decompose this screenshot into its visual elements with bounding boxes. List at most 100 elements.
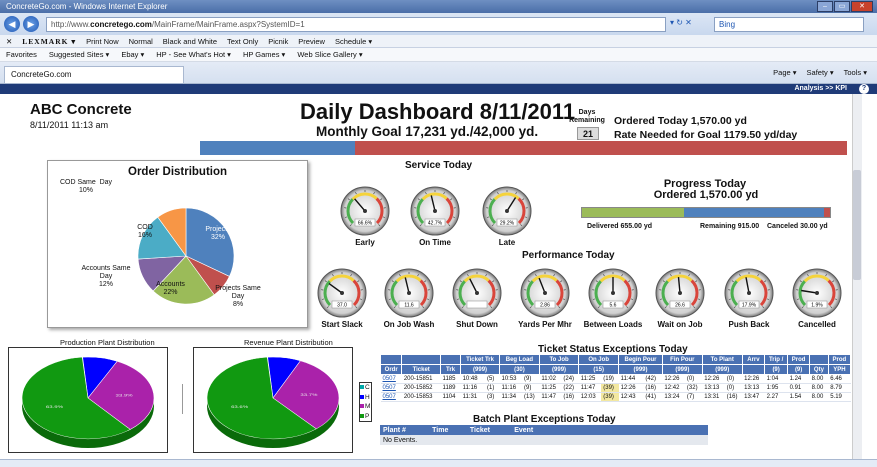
col-header: Prod [827,354,852,365]
gauge-dial: 2.86 [520,268,570,318]
legend-item-c: C [360,383,371,393]
table-cell: 12:43 [618,392,644,402]
help-icon[interactable]: ? [859,84,869,94]
service-gauge-1: 42.7% [410,186,460,238]
plant-legend: C H M P [359,382,372,422]
table-cell: 13:31 [702,392,725,402]
goal-progress-bar [200,141,847,155]
table-cell: (0) [684,374,703,384]
toolbar-text-only[interactable]: Text Only [227,37,258,46]
table-cell: 12:42 [662,383,685,393]
refresh-stop-icons[interactable]: ▾ ↻ ✕ [670,18,692,27]
order-link[interactable]: 0507 [380,392,402,402]
table-cell: 12:03 [578,392,602,402]
table-cell: (39) [601,392,619,402]
table-cell: 11:47 [578,383,602,393]
legend-item-m: M [360,402,371,412]
fav-ebay[interactable]: Ebay ▾ [121,50,144,59]
toolbar-preview[interactable]: Preview [298,37,325,46]
revenue-plant-chart: 33.7% 63.6% [193,347,353,453]
production-plant-chart: 33.9% 63.9% [8,347,168,453]
table-cell: 11:34 [499,392,523,402]
table-cell: 6.46 [828,374,851,384]
back-button[interactable]: ◀ [4,16,20,32]
toolbar-black-white[interactable]: Black and White [163,37,217,46]
col-header: On Job [578,354,620,365]
table-cell: (0) [724,374,743,384]
table-cell: 11:16 [499,383,523,393]
table-cell: 200-15853 [401,392,441,402]
gauge-readout: 11.6 [404,303,414,309]
prod-pie-slice-label-2: 33.9% [116,394,134,398]
service-gauge-0: 66.6% [340,186,390,238]
close-button[interactable]: ✕ [851,1,873,12]
tools-menu[interactable]: Tools ▾ [844,68,867,77]
fav-hp-games[interactable]: HP Games ▾ [243,50,285,59]
table-cell: (7) [684,392,703,402]
lexmark-logo[interactable]: LEXMARK ▾ [22,37,76,46]
table-cell: 12:26 [702,374,725,384]
service-gauge-label-0: Early [355,238,375,247]
search-input[interactable]: Bing [714,17,864,32]
order-link[interactable]: 0507 [380,374,402,384]
table-cell: 200-15851 [401,374,441,384]
table-cell: 12:26 [618,383,644,393]
col-subheader: (999) [538,364,580,375]
toolbar-normal[interactable]: Normal [129,37,153,46]
gauge-readout: 2.86 [540,303,550,309]
service-today-title: Service Today [405,160,473,171]
ordered-today: Ordered Today 1,570.00 yd [614,115,747,127]
report-datetime: 8/11/2011 11:13 am [30,120,109,130]
fav-hp-hot[interactable]: HP - See What's Hot ▾ [156,50,231,59]
table-cell: 2.27 [764,392,788,402]
url-path: /MainFrame/MainFrame.aspx?SystemID=1 [151,20,305,29]
days-remaining-value: 21 [577,127,599,140]
favorites-bar: Favorites Suggested Sites ▾ Ebay ▾ HP - … [0,48,877,62]
col-ticket: Ticket [466,425,512,435]
forward-button[interactable]: ▶ [23,16,39,32]
progress-ordered: Ordered 1,570.00 yd [653,189,759,201]
gauge-dial: 5.6 [588,268,638,318]
table-cell: (42) [643,374,663,384]
minimize-button[interactable]: – [817,1,833,12]
batch-plant-title: Batch Plant Exceptions Today [473,414,616,425]
service-gauge-2: 29.2% [482,186,532,238]
table-cell: (5) [484,374,500,384]
command-bar: Page ▾ Safety ▾ Tools ▾ [773,68,867,77]
progress-delivered: Delivered 655.00 yd [587,223,652,230]
col-header [379,354,403,365]
table-cell: 1104 [440,392,461,402]
fav-suggested-sites[interactable]: Suggested Sites ▾ [49,50,109,59]
service-gauge-label-1: On Time [419,238,451,247]
toolbar-picnik[interactable]: Picnik [268,37,288,46]
table-row[interactable]: 0507 200-15853 1104 11:31 (3) 11:34 (13) 11:47(… [380,392,851,402]
gauge-dial [452,268,502,318]
table-cell: 11:31 [460,392,485,402]
batch-plant-table: Plant # Time Ticket Event No Events. [380,425,708,445]
table-row[interactable]: 0507 200-15852 1189 11:16 (1) 11:16 (9) 11:25 (2… [380,383,851,393]
page-menu[interactable]: Page ▾ [773,68,796,77]
col-subheader: (999) [618,364,663,375]
toolbar-print-now[interactable]: Print Now [86,37,119,46]
window-title: ConcreteGo.com - Windows Internet Explor… [6,2,168,11]
table-row[interactable]: 0507 200-15851 1185 10:48 (5) 10:53 (9) 11:02 (2… [380,374,851,384]
url-input[interactable]: http://www.concretego.com/MainFrame/Main… [46,17,666,32]
maximize-button[interactable]: ▭ [834,1,850,12]
table-cell: (1) [484,383,500,393]
scrollbar-thumb[interactable] [853,170,861,280]
table-header-row: Ordr Ticket Trk (999) (30) (999) (15) (999) (999… [379,364,852,375]
performance-gauge-0: 37.0 [317,268,367,320]
analysis-kpi-link[interactable]: Analysis >> KPI [794,85,847,92]
fav-web-slice[interactable]: Web Slice Gallery ▾ [297,50,362,59]
toolbar-schedule[interactable]: Schedule ▾ [335,37,372,46]
favorites-button[interactable]: Favorites [6,50,37,59]
table-cell: (9) [522,374,540,384]
goal-progress-done [200,141,356,155]
safety-menu[interactable]: Safety ▾ [807,68,834,77]
order-distribution-panel: Order Distribution Projects 32% Projects… [47,160,308,328]
col-header: Prod [787,354,811,365]
slice-label-cod-same-day: COD Same Day 10% [59,179,113,194]
tab-concretego[interactable]: ConcreteGo.com [4,66,184,83]
order-link[interactable]: 0507 [380,383,402,393]
toolbar-close-icon[interactable]: ✕ [6,37,12,46]
